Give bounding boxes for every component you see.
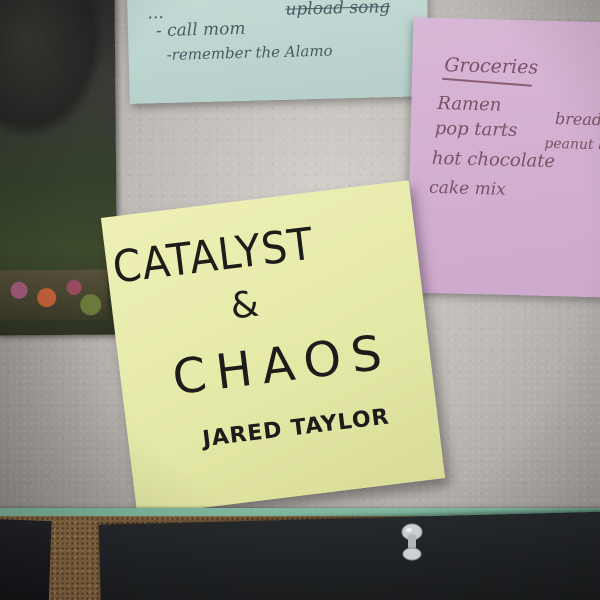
todo-line-call-mom: - call mom xyxy=(155,18,246,42)
todo-line-remember-alamo: -remember the Alamo xyxy=(166,41,333,64)
grocery-item: hot chocolate xyxy=(431,147,556,173)
grocery-item: peanut b xyxy=(544,135,600,154)
groceries-title: Groceries xyxy=(444,54,539,79)
todo-sticky-note: ... upload song - call mom -remember the… xyxy=(126,0,430,104)
grocery-item: bread xyxy=(554,109,600,130)
grocery-item: Ramen xyxy=(437,92,502,116)
groceries-title-underline xyxy=(442,77,532,87)
landscape-photo xyxy=(0,0,118,336)
groceries-sticky-note: Groceries Ramen pop tarts hot chocolate … xyxy=(406,17,600,298)
photo-tree xyxy=(0,0,106,141)
photo-flowerbed xyxy=(0,269,108,321)
note-ampersand: & xyxy=(228,283,262,328)
grocery-item: cake mix xyxy=(428,177,506,200)
note-word-catalyst: CATALYST xyxy=(109,218,317,294)
todo-line-upload-song: upload song xyxy=(285,0,391,20)
note-word-chaos: CHAOS xyxy=(169,323,395,407)
thumbtack-icon xyxy=(401,523,423,561)
grocery-item: pop tarts xyxy=(434,117,518,142)
note-author-name: JARED TAYLOR xyxy=(201,404,391,453)
pinned-card-left xyxy=(0,518,52,600)
fridge-door-scene: ... upload song - call mom -remember the… xyxy=(0,0,600,600)
catalyst-chaos-sticky-note: CATALYST & CHAOS JARED TAYLOR xyxy=(100,180,446,516)
pinned-card-right xyxy=(98,511,600,600)
